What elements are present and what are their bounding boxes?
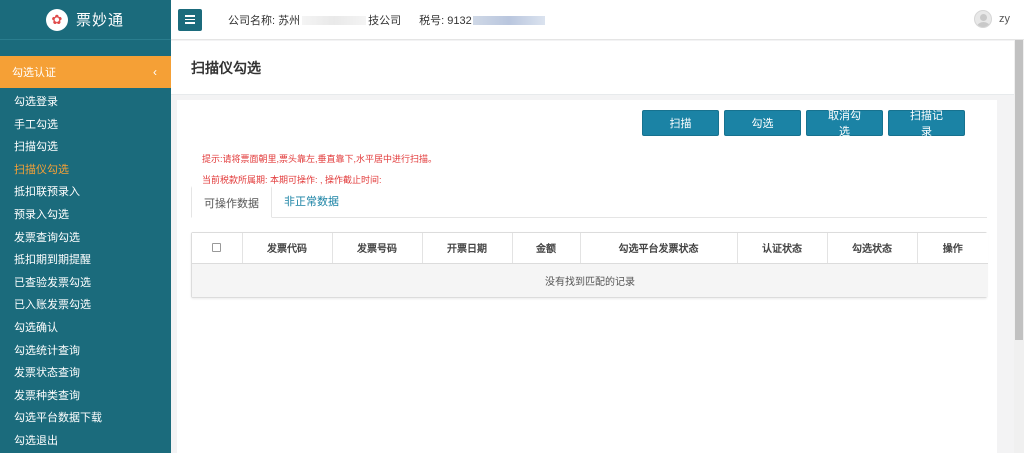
sidebar-item-invoice-type-query[interactable]: 发票种类查询 <box>0 385 171 408</box>
company-info: 公司名称: 苏州 技公司 <box>228 12 401 28</box>
sidebar-item-verified-invoice-select[interactable]: 已查验发票勾选 <box>0 272 171 295</box>
tab-bar: 可操作数据 非正常数据 <box>191 186 987 218</box>
top-header: 公司名称: 苏州 技公司 税号: 9132 zy <box>171 0 1024 40</box>
sidebar-item-deduction-prerecord[interactable]: 抵扣联预录入 <box>0 181 171 204</box>
tax-label: 税号: <box>419 14 445 27</box>
column-header[interactable]: 发票代码 <box>242 233 333 264</box>
sidebar-item-select-stats-query[interactable]: 勾选统计查询 <box>0 340 171 363</box>
redacted-block <box>472 16 545 26</box>
column-header[interactable]: 发票号码 <box>332 233 423 264</box>
logo-text: 票妙通 <box>76 12 125 29</box>
toolbar: 扫描 勾选 取消勾选 扫描记录 <box>642 110 965 138</box>
chevron-left-icon: ‹ <box>153 65 157 79</box>
empty-message: 没有找到匹配的记录 <box>192 263 988 297</box>
sidebar-item-select-confirm[interactable]: 勾选确认 <box>0 317 171 340</box>
hamburger-icon <box>185 15 195 17</box>
column-header[interactable]: 认证状态 <box>737 233 828 264</box>
avatar[interactable] <box>974 10 992 28</box>
table-row: 没有找到匹配的记录 <box>192 263 988 297</box>
tab-abnormal-data[interactable]: 非正常数据 <box>272 186 351 218</box>
user-menu[interactable]: zy <box>974 10 1010 28</box>
sidebar-item-select-login[interactable]: 勾选登录 <box>0 91 171 114</box>
column-header: 操作 <box>917 233 988 264</box>
select-all-checkbox[interactable] <box>212 243 222 253</box>
sidebar-item-booked-invoice-select[interactable]: 已入账发票勾选 <box>0 294 171 317</box>
nav-list: 勾选登录 手工勾选 扫描勾选 扫描仪勾选 抵扣联预录入 预录入勾选 发票查询勾选… <box>0 88 171 453</box>
scan-button[interactable]: 扫描 <box>642 110 719 136</box>
nav-section-select-auth[interactable]: 勾选认证 ‹ <box>0 56 171 88</box>
column-header[interactable]: 金额 <box>512 233 581 264</box>
invoice-table: 发票代码 发票号码 开票日期 金额 勾选平台发票状态 认证状态 勾选状态 操作 … <box>191 232 988 298</box>
company-value-end: 技公司 <box>368 14 402 27</box>
scan-record-button[interactable]: 扫描记录 <box>888 110 965 138</box>
page-scrollbar[interactable] <box>1014 40 1024 453</box>
page-title: 扫描仪勾选 <box>191 59 261 76</box>
tab-operable-data[interactable]: 可操作数据 <box>191 186 272 218</box>
flower-logo-icon: ✿ <box>46 8 68 31</box>
tax-value-start: 91 <box>447 14 460 27</box>
redacted-block <box>302 16 367 26</box>
tax-info: 税号: 9132 <box>419 12 545 28</box>
main-content: 扫描 勾选 取消勾选 扫描记录 提示:请将票面朝里,票头靠左,垂直靠下,水平居中… <box>177 100 997 453</box>
sidebar-item-manual-select[interactable]: 手工勾选 <box>0 114 171 137</box>
sidebar-item-deduction-expiry-reminder[interactable]: 抵扣期到期提醒 <box>0 249 171 272</box>
sidebar-item-platform-data-download[interactable]: 勾选平台数据下载 <box>0 407 171 430</box>
sidebar-item-scan-select[interactable]: 扫描勾选 <box>0 136 171 159</box>
select-button[interactable]: 勾选 <box>724 110 801 136</box>
column-header[interactable]: 勾选平台发票状态 <box>580 233 738 264</box>
sidebar: ✿ 票妙通 勾选认证 ‹ 勾选登录 手工勾选 扫描勾选 扫描仪勾选 抵扣联预录入… <box>0 0 171 453</box>
sidebar-item-select-exit[interactable]: 勾选退出 <box>0 430 171 453</box>
sidebar-item-invoice-status-query[interactable]: 发票状态查询 <box>0 362 171 385</box>
select-all-cell <box>192 233 243 264</box>
logo: ✿ 票妙通 <box>0 0 171 40</box>
sidebar-item-invoice-query-select[interactable]: 发票查询勾选 <box>0 227 171 250</box>
column-header[interactable]: 勾选状态 <box>827 233 918 264</box>
cancel-select-button[interactable]: 取消勾选 <box>806 110 883 138</box>
tax-period-tip: 当前税款所属期: 本期可操作: , 操作截止时间: <box>202 175 382 185</box>
tabs-area: 可操作数据 非正常数据 发票代码 发票号码 开票日期 金额 勾选平台发票状态 认… <box>191 186 988 399</box>
scrollbar-thumb[interactable] <box>1015 40 1023 340</box>
sidebar-item-prerecord-select[interactable]: 预录入勾选 <box>0 204 171 227</box>
table-header-row: 发票代码 发票号码 开票日期 金额 勾选平台发票状态 认证状态 勾选状态 操作 <box>192 233 988 264</box>
sidebar-item-scanner-select[interactable]: 扫描仪勾选 <box>0 159 171 182</box>
company-value-start: 苏州 <box>278 14 301 27</box>
scan-tip: 提示:请将票面朝里,票头靠左,垂直靠下,水平居中进行扫描。 <box>202 154 438 164</box>
company-label: 公司名称: <box>228 14 276 27</box>
hamburger-menu-button[interactable] <box>178 8 202 31</box>
right-gutter <box>997 100 1014 453</box>
username[interactable]: zy <box>999 13 1010 25</box>
page-header: 扫描仪勾选 <box>171 41 1014 95</box>
tax-value-mid: 32 <box>459 14 472 27</box>
nav-section-label: 勾选认证 <box>12 67 56 79</box>
column-header[interactable]: 开票日期 <box>422 233 513 264</box>
